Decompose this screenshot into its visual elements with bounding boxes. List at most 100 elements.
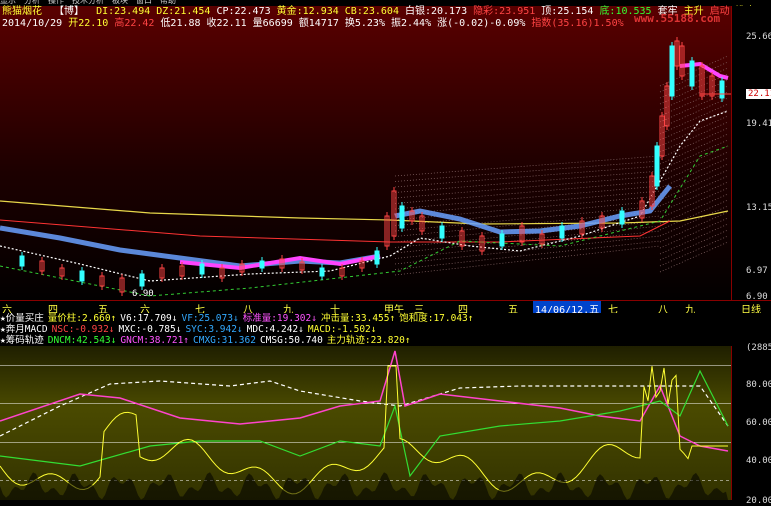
candle-body: [139, 273, 145, 287]
price-tick-label: 13.15: [746, 203, 771, 213]
indicator-tick-label: 80.00: [746, 380, 771, 390]
indicator-value: CMXG:31.362: [193, 335, 256, 346]
band-line: [659, 157, 729, 189]
candle-body: [439, 225, 445, 239]
volume-area: [0, 472, 728, 500]
menu-item[interactable]: 显示: [0, 0, 16, 5]
indicator-value: VF:25.073↓: [181, 313, 239, 324]
candle-body: [399, 205, 405, 229]
band-line: [659, 241, 729, 273]
indicator-value: MXC:-0.785↓: [118, 324, 182, 335]
series-line: [0, 365, 728, 495]
indicator-value: MDC:4.242↓: [246, 324, 304, 335]
indicator-value: 顶:25.154: [541, 6, 594, 17]
price-tick-label: 6.97: [746, 266, 768, 276]
band-line: [659, 103, 729, 135]
price-tick-label: 25.66: [746, 32, 771, 42]
series-line: [0, 369, 729, 478]
menu-item[interactable]: 窗口: [136, 0, 152, 5]
band-line: [659, 217, 729, 249]
indicator-value: ★筹码轨迹: [0, 335, 44, 346]
band-line: [659, 199, 729, 231]
indicator-value: 低21.88: [160, 18, 201, 29]
indicator-value: 饱和度:17.043↑: [399, 313, 474, 324]
indicator-value: SYC:3.942↓: [185, 324, 243, 335]
ohlc-header-row: 2014/10/29 开22.10 高22.42 低21.88 收22.11 量66699…: [2, 18, 630, 30]
indicator-value: 换5.23%: [344, 18, 385, 29]
menu-item[interactable]: 操作: [48, 0, 64, 5]
band-line: [659, 127, 729, 159]
indicator-axis: (2885) 80.00 60.00 40.00 20.00: [731, 343, 771, 506]
band-line: [659, 169, 729, 201]
candle-body: [654, 145, 660, 187]
support-line: [0, 110, 729, 282]
candle-body: [619, 210, 625, 225]
band-line: [659, 193, 729, 225]
candle-body: [199, 263, 205, 275]
chip-track-chart[interactable]: [0, 346, 731, 500]
stock-name: 熊猫烟花: [2, 6, 42, 17]
band-line: [659, 229, 729, 261]
price-chart-panel[interactable]: 熊猫烟花 【博】 DI:23.494 DZ:21.454 CP:22.473 黄金:1…: [0, 6, 771, 310]
band-line: [394, 160, 661, 182]
price-axis: 25.6622.1119.4113.156.976.90: [731, 6, 771, 310]
candle-body: [499, 233, 505, 247]
indicator-value: ★奔月MACD: [0, 324, 48, 335]
indicator-value: GNCM:38.721↑: [120, 335, 190, 346]
band-line: [659, 121, 729, 153]
candle-body: [719, 80, 725, 99]
indicator-value: 主力轨迹:23.820↑: [326, 335, 411, 346]
indicator-value: 振2.44%: [390, 18, 432, 29]
indicator-value: DNCM:42.543↓: [47, 335, 117, 346]
menu-item[interactable]: 帮助: [160, 0, 176, 5]
candle-body: [19, 255, 25, 267]
indicator-value: 隐彩:23.951: [473, 6, 536, 17]
candle-body: [374, 250, 380, 265]
candlestick-chart[interactable]: [0, 6, 731, 306]
indicator-tick-label: (2885): [746, 343, 771, 353]
date-axis: 六四五六七八九十甲午三四五 14/06/12,五七八九日线: [0, 300, 771, 316]
indicator-value: 指数(35.16)1.50%: [531, 18, 624, 29]
indicator-row-macd[interactable]: ★奔月MACD NSC:-0.932↓ MXC:-0.785↓ SYC:3.942↓ M…: [0, 324, 771, 335]
indicator-tick-label: 20.00: [746, 496, 771, 506]
band-line: [394, 235, 661, 265]
price-tick-label: 19.41: [746, 119, 771, 129]
indicator-value: 冲击量:33.455↑: [320, 313, 396, 324]
indicator-value: 黄金:12.934: [276, 6, 339, 17]
indicator-value: MACD:-1.502↓: [307, 324, 377, 335]
candle-body: [319, 267, 325, 277]
indicator-value: DI:23.494: [96, 6, 151, 17]
indicator-row-chips[interactable]: ★筹码轨迹 DNCM:42.543↓ GNCM:38.721↑ CMXG:31.362…: [0, 335, 771, 346]
indicator-value: 白银:20.173: [404, 6, 468, 17]
menu-item[interactable]: 分析: [24, 0, 40, 5]
candle-body: [559, 225, 565, 239]
band-line: [659, 145, 729, 177]
indicator-value: 收22.11: [206, 18, 247, 29]
stock-tag: 【博】: [54, 6, 85, 17]
menu-item[interactable]: 板块: [112, 0, 128, 5]
price-tick-label: 22.11: [746, 89, 771, 99]
indicator-value: 涨(-0.02)-0.09%: [437, 18, 526, 29]
indicator-value: ★价量买庄: [0, 313, 44, 324]
band-line: [659, 97, 729, 129]
band-line: [659, 223, 729, 255]
indicator-chart-panel[interactable]: [0, 346, 771, 500]
trend-line: [0, 200, 729, 225]
indicator-value: 量价柱:2.660↑: [47, 313, 117, 324]
band-line: [659, 151, 729, 183]
band-line: [394, 240, 661, 270]
band-line: [394, 155, 661, 177]
indicator-value: 高22.42: [114, 18, 155, 29]
band-line: [394, 180, 661, 204]
indicator-value: 额14717: [298, 18, 339, 29]
band-line: [659, 175, 729, 207]
band-line: [659, 235, 729, 267]
indicator-row-volume[interactable]: ★价量买庄 量价柱:2.660↑ V6:17.709↓ VF:25.073↓ 标准量:1…: [0, 313, 771, 324]
candle-body: [79, 270, 85, 282]
menu-item[interactable]: 技术分析: [72, 0, 104, 5]
candle-body: [259, 260, 265, 269]
indicator-value: 量66699: [252, 18, 293, 29]
band-line: [394, 165, 661, 188]
watermark: www.55188.com: [634, 12, 721, 25]
band-line: [659, 211, 729, 243]
